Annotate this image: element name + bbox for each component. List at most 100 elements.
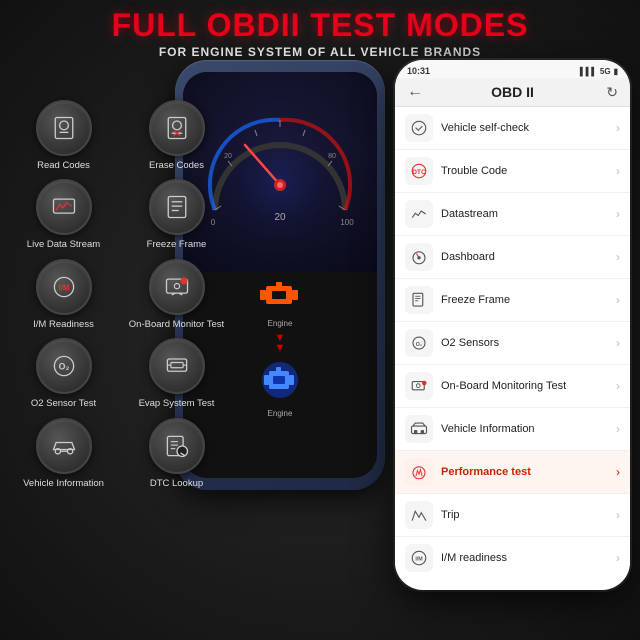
engine-bottom-icon (260, 360, 300, 405)
battery-icon: ▮ (614, 67, 618, 76)
svg-text:80: 80 (328, 153, 336, 160)
list-item: Vehicle Information (10, 418, 117, 489)
im-readiness-menu-icon: I/M (405, 544, 433, 572)
list-item: I/M I/M Readiness (10, 259, 117, 330)
dtc-lookup-icon[interactable] (149, 418, 205, 474)
svg-text:I/M: I/M (58, 283, 69, 292)
menu-item-label: Datastream (441, 208, 608, 220)
icon-label: On-Board Monitor Test (129, 319, 224, 330)
icon-label: Read Codes (37, 160, 90, 171)
menu-item-trip[interactable]: Trip › (395, 494, 630, 537)
status-time: 10:31 (407, 66, 430, 76)
back-button[interactable]: ← (407, 83, 423, 101)
list-item: Freeze Frame (123, 179, 230, 250)
menu-item-label: Performance test (441, 466, 608, 478)
main-subtitle: FOR ENGINE SYSTEM OF ALL VEHICLE BRANDS (0, 45, 640, 59)
icon-label: Vehicle Information (23, 478, 104, 489)
status-bar: 10:31 ▌▌▌ 5G ▮ (395, 60, 630, 78)
icon-label: Erase Codes (149, 160, 204, 171)
svg-text:O₂: O₂ (416, 342, 423, 348)
trip-icon (405, 501, 433, 529)
icon-label: DTC Lookup (150, 478, 203, 489)
menu-item-o2-sensors[interactable]: O₂ O2 Sensors › (395, 322, 630, 365)
icon-label: O2 Sensor Test (31, 398, 96, 409)
chevron-right-icon: › (616, 164, 620, 178)
onboard-monitor-icon[interactable] (149, 259, 205, 315)
icon-label: Evap System Test (139, 398, 215, 409)
menu-item-label: Dashboard (441, 251, 608, 263)
menu-item-label: On-Board Monitoring Test (441, 380, 608, 392)
menu-item-label: Trip (441, 509, 608, 521)
vehicle-info-menu-icon (405, 415, 433, 443)
refresh-button[interactable]: ↻ (606, 84, 618, 101)
engine-top-label: Engine (268, 319, 293, 328)
menu-item-dashboard[interactable]: Dashboard › (395, 236, 630, 279)
network-label: 5G (600, 67, 611, 76)
freeze-frame-icon[interactable] (149, 179, 205, 235)
evap-system-icon[interactable] (149, 338, 205, 394)
icon-label: Live Data Stream (27, 239, 100, 250)
chevron-right-icon: › (616, 250, 620, 264)
freeze-frame-menu-icon (405, 286, 433, 314)
im-readiness-icon[interactable]: I/M (36, 259, 92, 315)
list-item: O₂ O2 Sensor Test (10, 338, 117, 409)
list-item: Read Codes (10, 100, 117, 171)
erase-codes-icon[interactable] (149, 100, 205, 156)
vehicle-info-icon[interactable] (36, 418, 92, 474)
o2-sensors-icon: O₂ (405, 329, 433, 357)
chevron-right-icon: › (616, 379, 620, 393)
list-item: Evap System Test (123, 338, 230, 409)
chevron-right-icon: › (616, 336, 620, 350)
menu-item-label: Vehicle Information (441, 423, 608, 435)
chevron-right-icon: › (616, 207, 620, 221)
onboard-monitoring-icon (405, 372, 433, 400)
menu-item-label: Trouble Code (441, 165, 608, 177)
menu-item-im-readiness[interactable]: I/M I/M readiness › (395, 537, 630, 579)
menu-list: Vehicle self-check › DTC Trouble Code › … (395, 107, 630, 579)
list-item: DTC Lookup (123, 418, 230, 489)
menu-item-datastream[interactable]: Datastream › (395, 193, 630, 236)
app-phone: 10:31 ▌▌▌ 5G ▮ ← OBD II ↻ Vehicle self-c… (395, 60, 630, 590)
menu-item-label: O2 Sensors (441, 337, 608, 349)
chevron-right-icon: › (616, 293, 620, 307)
menu-item-label: I/M readiness (441, 552, 608, 564)
o2-sensor-icon[interactable]: O₂ (36, 338, 92, 394)
chevrons: ▼ ▼ (275, 334, 286, 354)
feature-grid: Read Codes Erase Codes Live Data Stream … (10, 100, 230, 489)
chevron-right-icon: › (616, 422, 620, 436)
chevron-right-icon: › (616, 121, 620, 135)
svg-text:O₂: O₂ (58, 362, 69, 372)
menu-item-label: Vehicle self-check (441, 122, 608, 134)
menu-item-performance-test[interactable]: Performance test › (395, 451, 630, 494)
icon-label: Freeze Frame (147, 239, 207, 250)
list-item: Live Data Stream (10, 179, 117, 250)
live-data-stream-icon[interactable] (36, 179, 92, 235)
chevron-right-icon: › (616, 551, 620, 565)
signal-icon: ▌▌▌ (580, 67, 597, 76)
read-codes-icon[interactable] (36, 100, 92, 156)
list-item: On-Board Monitor Test (123, 259, 230, 330)
menu-item-vehicle-self-check[interactable]: Vehicle self-check › (395, 107, 630, 150)
chevron-right-icon: › (616, 508, 620, 522)
engine-warning-icon (258, 280, 302, 315)
engine-bottom-label: Engine (268, 409, 293, 418)
nav-title: OBD II (491, 84, 534, 100)
menu-item-trouble-code[interactable]: DTC Trouble Code › (395, 150, 630, 193)
svg-text:100: 100 (340, 218, 354, 227)
dashboard-icon (405, 243, 433, 271)
datastream-icon (405, 200, 433, 228)
chevron-right-icon: › (616, 465, 620, 479)
trouble-code-icon: DTC (405, 157, 433, 185)
svg-text:DTC: DTC (412, 169, 426, 176)
header: FULL OBDII TEST MODES FOR ENGINE SYSTEM … (0, 8, 640, 59)
svg-text:20: 20 (274, 212, 286, 223)
menu-item-onboard-monitoring[interactable]: On-Board Monitoring Test › (395, 365, 630, 408)
list-item: Erase Codes (123, 100, 230, 171)
main-title: FULL OBDII TEST MODES (0, 8, 640, 43)
icon-label: I/M Readiness (33, 319, 94, 330)
app-phone-frame: 10:31 ▌▌▌ 5G ▮ ← OBD II ↻ Vehicle self-c… (395, 60, 630, 590)
svg-text:I/M: I/M (415, 557, 423, 563)
vehicle-self-check-icon (405, 114, 433, 142)
menu-item-freeze-frame[interactable]: Freeze Frame › (395, 279, 630, 322)
menu-item-vehicle-information[interactable]: Vehicle Information › (395, 408, 630, 451)
